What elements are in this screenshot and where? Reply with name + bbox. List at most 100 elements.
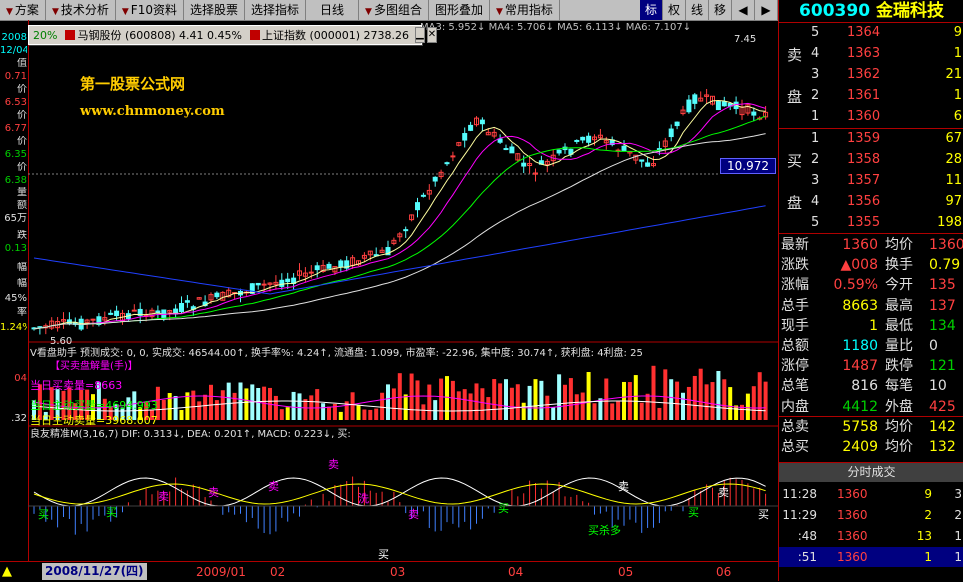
volume-bar (675, 381, 680, 420)
stock-code: 600390 (799, 1, 871, 21)
volume-bar (498, 383, 503, 420)
ask-row[interactable]: 5 1364 9 (779, 23, 963, 43)
candle-body (580, 136, 586, 141)
quote-row: 涨跌 ▲008 换手 0.79 (779, 255, 963, 275)
volume-bar (681, 392, 685, 420)
axis-tick: 06 (716, 565, 732, 579)
trade-vol: 2 (924, 508, 932, 522)
bid-row[interactable]: 3 1357 11 (779, 171, 963, 191)
warning-icon[interactable]: ▲ (2, 564, 12, 579)
ask-row[interactable]: 2 1361 1 (779, 86, 963, 106)
left-strip-value: 04 (14, 373, 27, 384)
volume-bar (327, 406, 331, 420)
signal-label: 卖 (618, 480, 629, 493)
ask-row[interactable]: 4 1363 1 (779, 44, 963, 64)
menu-tech-analysis[interactable]: ▼ 技术分析 (46, 0, 116, 20)
quote-value: 121 (929, 358, 956, 375)
ma-line (33, 115, 766, 330)
candle-body (497, 138, 503, 143)
volume-bar (456, 391, 461, 420)
tool-mark[interactable]: 标 (640, 0, 663, 20)
menu-label: 图形叠加 (434, 3, 483, 17)
date-axis-bar: ▲ 2008/11/27(四) 2009/01 02 03 04 05 06 (0, 561, 778, 582)
menu-common-indicator[interactable]: ▼ 常用指标 (490, 0, 560, 20)
tool-rights[interactable]: 权 (663, 0, 686, 20)
quote-value: 1180 (842, 338, 878, 354)
ask-row[interactable]: 1 1360 6 (779, 107, 963, 127)
volume-bar (415, 380, 420, 420)
trade-time: :51 (797, 550, 817, 564)
minimize-button[interactable]: ▁ (415, 27, 425, 43)
buy-label: 盘 (787, 194, 803, 212)
scroll-right-button[interactable]: ▶ (755, 0, 778, 20)
candle-body (131, 309, 137, 312)
volume-bar (657, 407, 662, 420)
menu-overlay[interactable]: 图形叠加 (429, 0, 490, 20)
ticker-item-1[interactable]: 马钢股份 (600808) 4.41 0.45% (61, 27, 246, 43)
ticker-bar[interactable]: 20% 马钢股份 (600808) 4.41 0.45% 上证指数 (00000… (28, 25, 438, 45)
menu-label: 技术分析 (60, 3, 109, 17)
candle-body (674, 121, 680, 127)
stock-name: 金瑞科技 (875, 1, 944, 21)
trade-price: 1360 (837, 487, 868, 501)
menu-select-stock[interactable]: 选择股票 (184, 0, 245, 20)
scroll-left-button[interactable]: ◀ (732, 0, 755, 20)
quote-label: 总买 (781, 439, 809, 455)
quote-label: 今开 (885, 277, 913, 294)
bid-row[interactable]: 5 1355 198 (779, 213, 963, 233)
left-strip-value: 幅 (17, 262, 27, 273)
book-divider (779, 233, 963, 234)
quote-value: ▲008 (840, 257, 879, 274)
close-button[interactable]: ✕ (426, 27, 438, 43)
volume-bar (468, 393, 473, 420)
bid-row[interactable]: 4 1356 97 (779, 192, 963, 212)
bid-row[interactable]: 1 1359 67 (779, 129, 963, 149)
quote-label: 换手 (885, 257, 913, 274)
menu-multi-chart[interactable]: ▼ 多图组合 (359, 0, 429, 20)
trade-time: :48 (797, 529, 817, 543)
quote-row: 总买 2409 均价 132 (779, 437, 963, 457)
menu-select-indicator[interactable]: 选择指标 (245, 0, 307, 20)
volume-bar (350, 392, 355, 420)
volume-bar (610, 403, 615, 420)
ask-price: 1363 (847, 46, 881, 61)
candle-body (255, 282, 261, 286)
volume-bar (745, 393, 750, 420)
volume-bar (592, 403, 597, 420)
quote-value: 0.79 (929, 257, 961, 274)
bid-row[interactable]: 2 1358 28 (779, 150, 963, 170)
chart-area[interactable]: 买买卖卖卖卖洗买卖买买杀多卖买卖买.04.32 MA3: 5.952↓ MA4:… (2, 20, 778, 563)
quote-row: 总卖 5758 均价 142 (779, 417, 963, 437)
trade-time: 11:28 (782, 487, 817, 501)
quote-value: 1487 (842, 358, 878, 375)
left-strip-value: 0.13 (4, 243, 27, 254)
high-price-label: 7.45 (734, 34, 757, 45)
candle-body (586, 135, 592, 143)
menu-scheme[interactable]: ▼ 方案 (0, 0, 46, 20)
trades-title[interactable]: 分时成交 (779, 462, 963, 482)
ask-price: 1364 (847, 25, 881, 40)
menu-f10[interactable]: ▼ F10资料 (116, 0, 184, 20)
vol-line-sell: 当日主动卖量=3968.007 (30, 414, 158, 427)
ask-row[interactable]: 3 1362 21 (779, 65, 963, 85)
quote-label: 最新 (781, 237, 809, 253)
volume-bar (663, 369, 668, 420)
menu-daily[interactable]: 日线 (306, 0, 360, 20)
trade-count: 1 (954, 550, 962, 564)
quote-label: 涨停 (781, 358, 809, 375)
signal-label: 卖 (158, 490, 169, 503)
tool-line[interactable]: 线 (686, 0, 709, 20)
quote-label: 总卖 (781, 418, 809, 435)
quote-value: 142 (929, 418, 956, 435)
volume-bar (504, 379, 508, 420)
signal-label: 卖 (268, 480, 279, 493)
menu-label: 选择股票 (189, 3, 238, 17)
ask-level: 3 (811, 67, 820, 82)
signal-label: 买杀多 (588, 523, 621, 537)
left-strip-value: 价 (17, 136, 27, 147)
ticker-item-2[interactable]: 上证指数 (000001) 2738.26 (246, 27, 413, 43)
volume-bar (279, 409, 284, 420)
candle-body (338, 260, 344, 268)
tool-move[interactable]: 移 (709, 0, 732, 20)
quote-value: 4412 (842, 398, 878, 415)
